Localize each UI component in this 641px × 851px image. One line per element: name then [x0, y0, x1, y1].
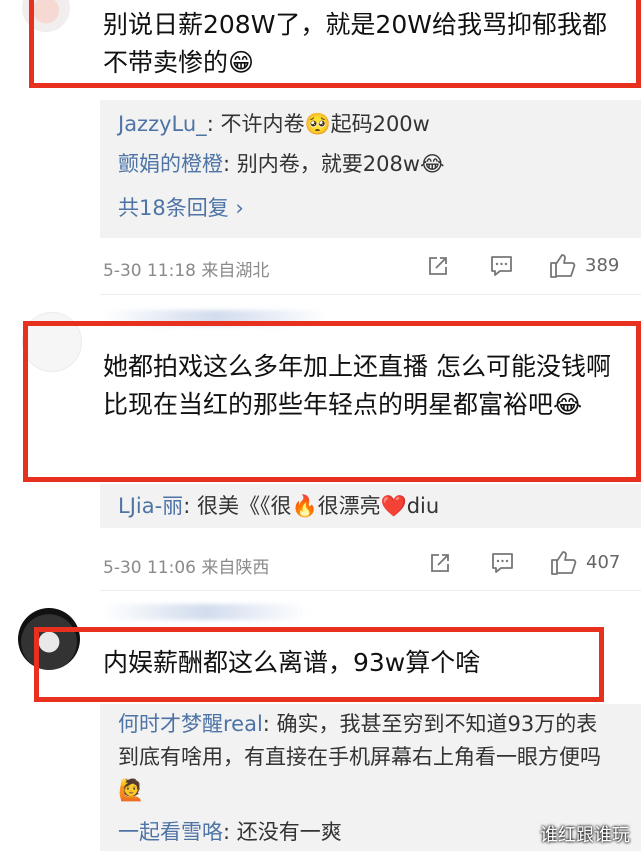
divider [100, 590, 641, 591]
share-button[interactable] [426, 254, 450, 278]
like-icon [550, 254, 576, 278]
like-icon [551, 551, 577, 575]
comment-location: 来自陕西 [201, 558, 270, 578]
reply-username[interactable]: JazzyLu_ [118, 112, 207, 136]
reply-text: : 很美《《很🔥很漂亮❤️diu [183, 494, 440, 518]
like-count: 389 [585, 255, 620, 276]
comment-icon [492, 553, 513, 573]
watermark: 谁红跟谁玩 [540, 825, 630, 846]
share-button[interactable] [428, 551, 452, 575]
comment-meta: 5-30 11:18 来自湖北 [103, 256, 269, 281]
reply-item[interactable]: 何时才梦醒real: 确实，我甚至穷到不知道93万的表到底有啥用，有直接在手机屏… [118, 708, 608, 807]
comment-button[interactable] [489, 254, 514, 278]
reply-item[interactable]: 一起看雪咯: 还没有一爽 [118, 816, 342, 848]
comment-text: 她都拍戏这么多年加上还直播 怎么可能没钱啊 比现在当红的那些年轻点的明星都富裕吧… [103, 352, 611, 419]
reply-username[interactable]: 颤娟的橙橙 [118, 152, 223, 176]
like-count: 407 [586, 552, 621, 573]
divider [100, 294, 641, 295]
reply-username[interactable]: LJia-丽 [118, 494, 183, 518]
comment-text: 别说日薪208W了，就是20W给我骂抑郁我都不带卖惨的😁 [103, 10, 607, 77]
reply-item[interactable]: LJia-丽: 很美《《很🔥很漂亮❤️diu [118, 490, 439, 522]
reply-text: : 不许内卷🥺起码200w [206, 112, 430, 136]
reply-text: : 别内卷，就要208w😂 [223, 152, 445, 176]
comment-time: 5-30 11:06 [103, 558, 196, 578]
like-button[interactable]: 389 [549, 252, 619, 279]
comment-button[interactable] [490, 551, 515, 575]
reply-item[interactable]: JazzyLu_: 不许内卷🥺起码200w [118, 108, 430, 140]
comment-location: 来自湖北 [201, 261, 270, 281]
reply-item[interactable]: 颤娟的橙橙: 别内卷，就要208w😂 [118, 148, 445, 180]
reply-text: : 还没有一爽 [223, 820, 342, 844]
comment-icon [491, 256, 512, 276]
comment-meta: 5-30 11:06 来自陕西 [103, 553, 269, 578]
username-blurred [103, 604, 308, 620]
reply-username[interactable]: 何时才梦醒real [118, 712, 263, 736]
like-button[interactable]: 407 [550, 549, 620, 576]
comment-text: 内娱薪酬都这么离谱，93w算个啥 [103, 648, 481, 677]
share-icon [429, 257, 447, 275]
share-icon [431, 554, 449, 572]
reply-username[interactable]: 一起看雪咯 [118, 820, 223, 844]
comment-time: 5-30 11:18 [103, 261, 196, 281]
view-more-replies-link[interactable]: 共18条回复 › [118, 192, 244, 222]
